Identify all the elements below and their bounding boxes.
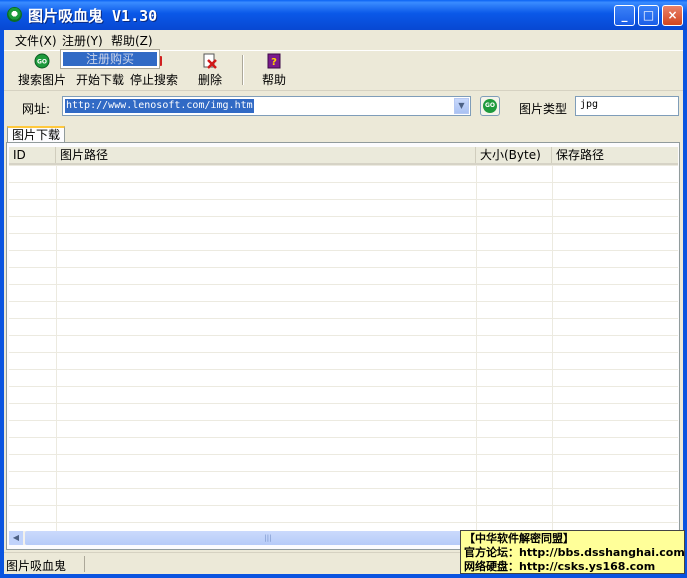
menu-bar: 文件(X) 注册(Y) 帮助(Z): [4, 30, 683, 48]
delete-label: 删除: [198, 73, 223, 87]
url-combobox[interactable]: http://www.lenosoft.com/img.htm ▼: [62, 96, 471, 116]
scroll-left-icon[interactable]: ◀: [9, 531, 23, 545]
toolbar-separator: [242, 55, 244, 85]
help-label: 帮助: [262, 73, 287, 87]
image-type-input[interactable]: jpg: [575, 96, 679, 116]
svg-text:?: ?: [271, 57, 277, 68]
column-image-path[interactable]: 图片路径: [56, 147, 476, 163]
menu-file[interactable]: 文件(X): [15, 32, 57, 49]
column-id[interactable]: ID: [9, 147, 56, 163]
svg-text:GO: GO: [37, 59, 47, 66]
column-size[interactable]: 大小(Byte): [476, 147, 552, 163]
start-download-label: 开始下载: [76, 73, 125, 87]
grid-line: [552, 165, 553, 531]
list-rows: [9, 165, 678, 531]
watermark-line-2: 官方论坛：http://bbs.dsshanghai.com: [464, 546, 685, 559]
list-header: ID 图片路径 大小(Byte) 保存路径: [9, 147, 678, 165]
help-book-icon: ?: [267, 53, 281, 69]
address-bar: 网址: http://www.lenosoft.com/img.htm ▼ GO…: [4, 90, 683, 121]
grid-line: [476, 165, 477, 531]
tab-panel: ID 图片路径 大小(Byte) 保存路径 ◀ ||| ▶: [6, 142, 680, 550]
title-bar[interactable]: 图片吸血鬼 V1.30 _ □ ×: [0, 0, 687, 30]
watermark-line-3: 网络硬盘：http://csks.ys168.com: [464, 560, 656, 573]
scroll-thumb[interactable]: |||: [25, 531, 511, 545]
grid-line: [56, 165, 57, 531]
search-images-label: 搜索图片: [18, 73, 67, 87]
close-button[interactable]: ×: [662, 5, 683, 26]
image-type-label: 图片类型: [519, 102, 568, 116]
minimize-button[interactable]: _: [614, 5, 635, 26]
client-area: 文件(X) 注册(Y) 帮助(Z) GO 搜索图片 开始下载 停止搜索 删除 ?…: [4, 30, 683, 574]
register-dropdown: 注册购买: [60, 49, 160, 69]
watermark-line-1: 【中华软件解密同盟】: [464, 532, 574, 545]
delete-button[interactable]: 删除: [198, 53, 222, 88]
chevron-down-icon[interactable]: ▼: [454, 98, 469, 114]
go-icon: GO: [483, 99, 497, 113]
stop-search-label: 停止搜索: [130, 73, 179, 87]
tab-image-download[interactable]: 图片下载: [7, 126, 65, 142]
maximize-button[interactable]: □: [638, 5, 659, 26]
results-listview[interactable]: ID 图片路径 大小(Byte) 保存路径 ◀ ||| ▶: [9, 147, 678, 545]
watermark-banner: 【中华软件解密同盟】 官方论坛：http://bbs.dsshanghai.co…: [460, 530, 685, 574]
window-title: 图片吸血鬼 V1.30: [28, 7, 158, 25]
delete-icon: [203, 53, 217, 69]
go-button[interactable]: GO: [480, 96, 500, 116]
column-save-path[interactable]: 保存路径: [552, 147, 678, 163]
go-icon: GO: [34, 53, 50, 69]
register-purchase-item[interactable]: 注册购买: [63, 52, 157, 66]
search-images-button[interactable]: GO 搜索图片: [18, 53, 66, 88]
menu-register[interactable]: 注册(Y): [62, 32, 103, 49]
status-separator: [84, 556, 85, 572]
status-text: 图片吸血鬼: [6, 559, 67, 573]
app-icon: [7, 7, 22, 22]
app-window: 图片吸血鬼 V1.30 _ □ × 文件(X) 注册(Y) 帮助(Z) GO 搜…: [0, 0, 687, 578]
help-button[interactable]: ? 帮助: [262, 53, 286, 88]
url-value[interactable]: http://www.lenosoft.com/img.htm: [65, 99, 254, 113]
url-label: 网址:: [22, 102, 51, 116]
menu-help[interactable]: 帮助(Z): [111, 32, 153, 49]
